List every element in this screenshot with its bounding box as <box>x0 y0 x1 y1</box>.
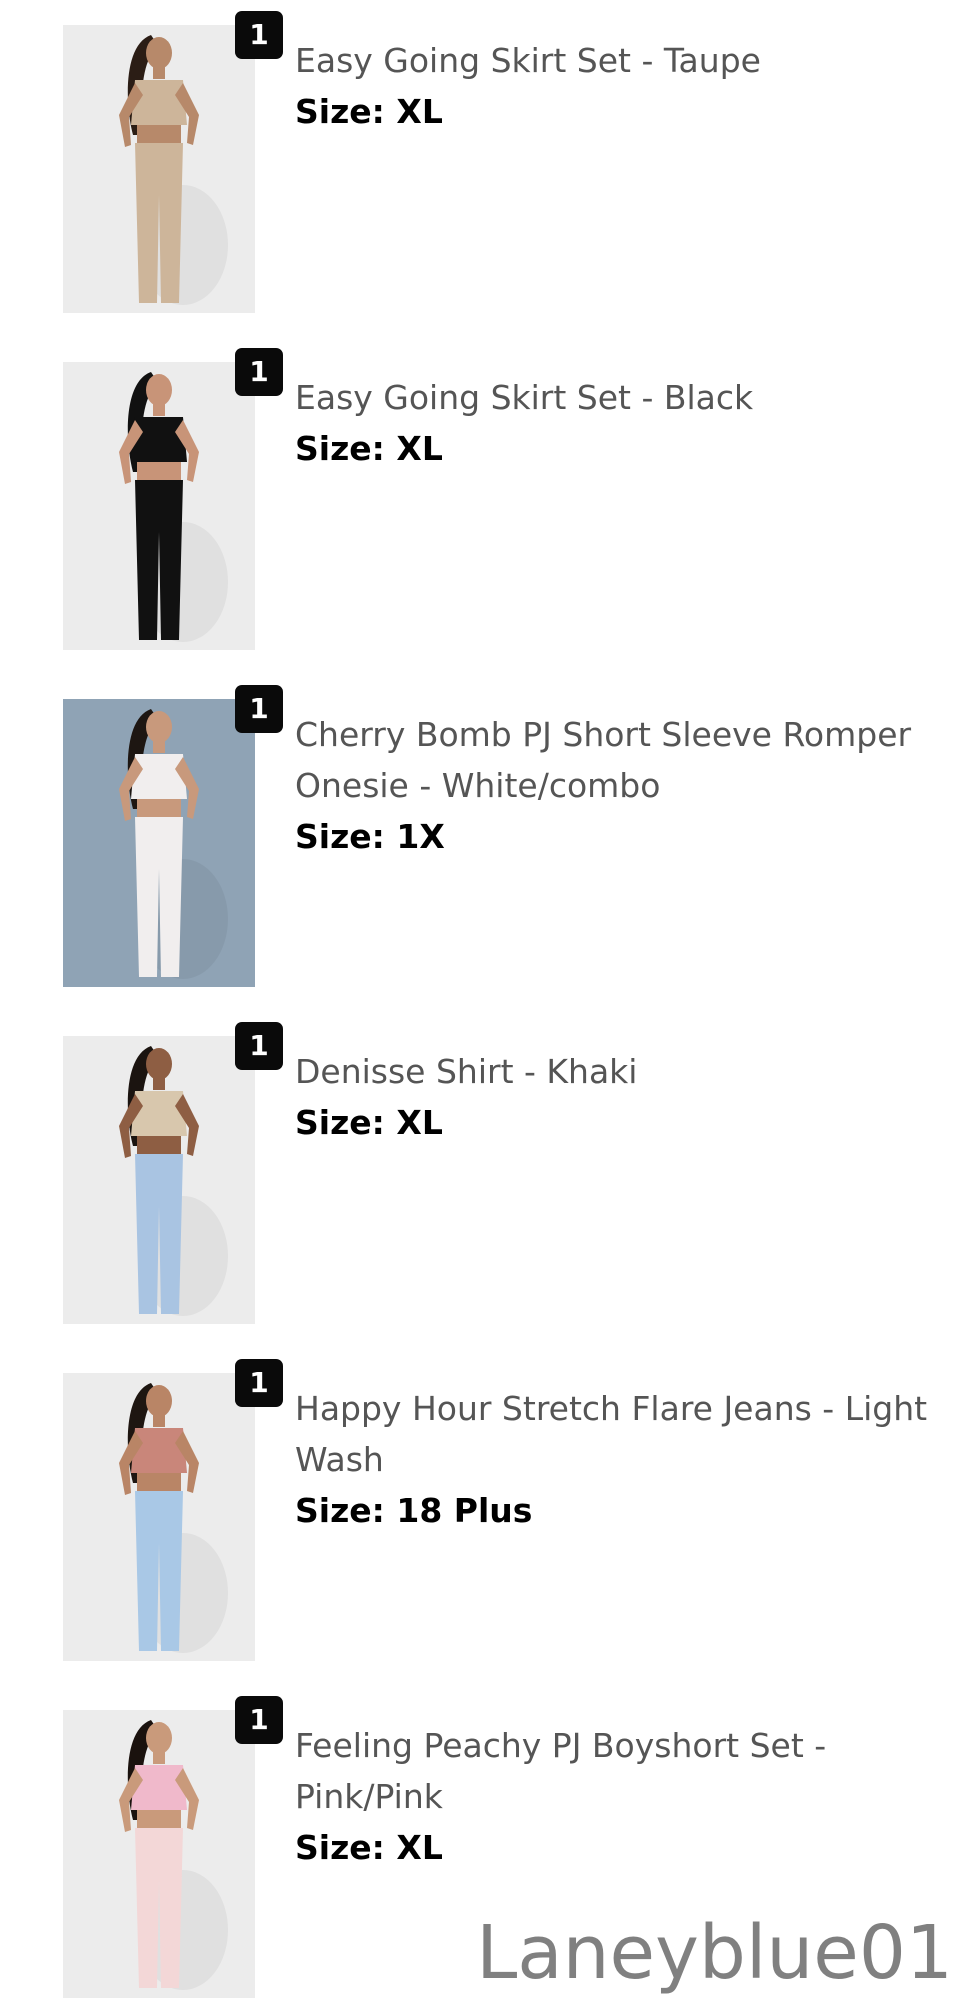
product-info: Easy Going Skirt Set - Taupe Size: XL <box>295 35 945 137</box>
size-label: Size: <box>295 1828 385 1867</box>
product-info: Feeling Peachy PJ Boyshort Set - Pink/Pi… <box>295 1720 945 1873</box>
size-label: Size: <box>295 817 385 856</box>
size-label: Size: <box>295 429 385 468</box>
product-size: Size: XL <box>295 1097 945 1148</box>
size-value: XL <box>396 1828 443 1867</box>
product-image[interactable] <box>63 362 255 650</box>
quantity-badge: 1 <box>235 1359 283 1407</box>
size-value: 18 Plus <box>396 1491 533 1530</box>
product-info: Cherry Bomb PJ Short Sleeve Romper Onesi… <box>295 709 945 862</box>
product-image[interactable] <box>63 25 255 313</box>
order-item: 1 Cherry Bomb PJ Short Sleeve Romper Ones… <box>0 685 961 999</box>
size-value: XL <box>396 92 443 131</box>
product-image[interactable] <box>63 1710 255 1998</box>
product-size: Size: XL <box>295 1822 945 1873</box>
product-image[interactable] <box>63 699 255 987</box>
product-name[interactable]: Cherry Bomb PJ Short Sleeve Romper Onesi… <box>295 709 945 811</box>
quantity-badge: 1 <box>235 685 283 733</box>
product-name[interactable]: Denisse Shirt - Khaki <box>295 1046 945 1097</box>
size-value: XL <box>396 429 443 468</box>
size-value: XL <box>396 1103 443 1142</box>
product-size: Size: 18 Plus <box>295 1485 945 1536</box>
product-name[interactable]: Easy Going Skirt Set - Taupe <box>295 35 945 86</box>
quantity-badge: 1 <box>235 1022 283 1070</box>
product-name[interactable]: Easy Going Skirt Set - Black <box>295 372 945 423</box>
product-image[interactable] <box>63 1036 255 1324</box>
size-value: 1X <box>396 817 445 856</box>
product-info: Denisse Shirt - Khaki Size: XL <box>295 1046 945 1148</box>
quantity-badge: 1 <box>235 1696 283 1744</box>
order-item: 1 Easy Going Skirt Set - Black Size: XL <box>0 348 961 662</box>
product-size: Size: XL <box>295 423 945 474</box>
product-size: Size: XL <box>295 86 945 137</box>
product-info: Happy Hour Stretch Flare Jeans - Light W… <box>295 1383 945 1536</box>
size-label: Size: <box>295 1103 385 1142</box>
order-item: 1 Happy Hour Stretch Flare Jeans - Light … <box>0 1359 961 1673</box>
product-name[interactable]: Feeling Peachy PJ Boyshort Set - Pink/Pi… <box>295 1720 945 1822</box>
watermark-text: Laneyblue01 <box>476 1910 953 1996</box>
size-label: Size: <box>295 1491 385 1530</box>
quantity-badge: 1 <box>235 11 283 59</box>
quantity-badge: 1 <box>235 348 283 396</box>
order-item: 1 Denisse Shirt - Khaki Size: XL <box>0 1022 961 1336</box>
product-size: Size: 1X <box>295 811 945 862</box>
size-label: Size: <box>295 92 385 131</box>
product-info: Easy Going Skirt Set - Black Size: XL <box>295 372 945 474</box>
order-item: 1 Easy Going Skirt Set - Taupe Size: XL <box>0 11 961 325</box>
product-name[interactable]: Happy Hour Stretch Flare Jeans - Light W… <box>295 1383 945 1485</box>
product-image[interactable] <box>63 1373 255 1661</box>
